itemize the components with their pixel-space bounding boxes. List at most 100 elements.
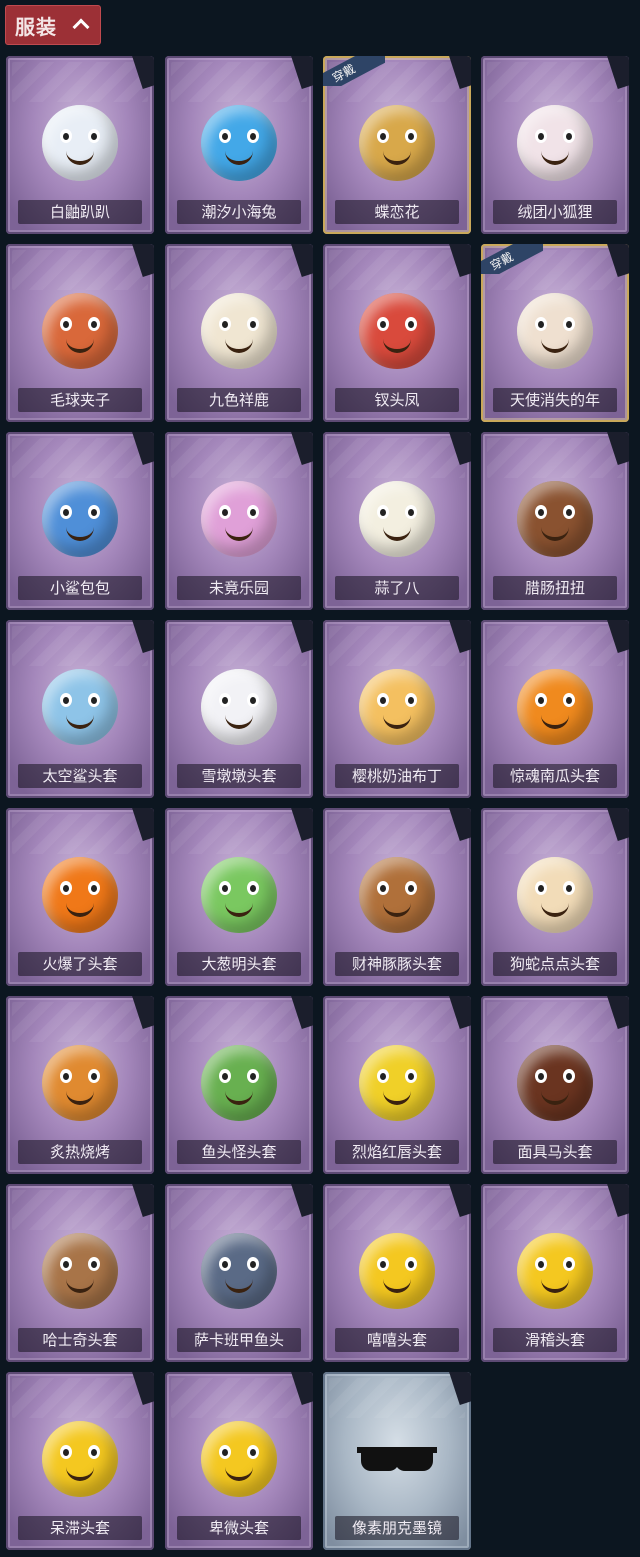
item-preview-icon bbox=[201, 481, 277, 557]
sunglasses-icon bbox=[357, 1445, 437, 1473]
item-card[interactable]: 蝶恋花 穿戴 bbox=[323, 56, 471, 234]
item-art bbox=[515, 276, 595, 386]
item-card[interactable]: 未竟乐园 bbox=[165, 432, 313, 610]
item-art bbox=[199, 652, 279, 762]
item-preview-icon bbox=[42, 293, 118, 369]
item-name: 绒团小狐狸 bbox=[493, 200, 617, 224]
item-card[interactable]: 烈焰红唇头套 bbox=[323, 996, 471, 1174]
item-name: 小鲨包包 bbox=[18, 576, 142, 600]
item-card[interactable]: 面具马头套 bbox=[481, 996, 629, 1174]
item-name: 炙热烧烤 bbox=[18, 1140, 142, 1164]
item-art bbox=[357, 276, 437, 386]
item-card[interactable]: 潮汐小海兔 bbox=[165, 56, 313, 234]
item-name: 呆滞头套 bbox=[18, 1516, 142, 1540]
item-name: 火爆了头套 bbox=[18, 952, 142, 976]
item-art bbox=[515, 88, 595, 198]
item-name: 大葱明头套 bbox=[177, 952, 301, 976]
item-name: 卑微头套 bbox=[177, 1516, 301, 1540]
worn-badge: 穿戴 bbox=[481, 244, 543, 274]
item-art bbox=[357, 464, 437, 574]
item-name: 樱桃奶油布丁 bbox=[335, 764, 459, 788]
item-card[interactable]: 惊魂南瓜头套 bbox=[481, 620, 629, 798]
item-preview-icon bbox=[201, 293, 277, 369]
item-card[interactable]: 樱桃奶油布丁 bbox=[323, 620, 471, 798]
item-art bbox=[515, 652, 595, 762]
item-art bbox=[357, 840, 437, 950]
item-art bbox=[357, 1404, 437, 1514]
item-preview-icon bbox=[517, 105, 593, 181]
item-name: 潮汐小海兔 bbox=[177, 200, 301, 224]
item-art bbox=[357, 1028, 437, 1138]
item-card[interactable]: 绒团小狐狸 bbox=[481, 56, 629, 234]
item-art bbox=[199, 464, 279, 574]
item-card[interactable]: 鱼头怪头套 bbox=[165, 996, 313, 1174]
item-name: 腊肠扭扭 bbox=[493, 576, 617, 600]
item-preview-icon bbox=[201, 1045, 277, 1121]
item-art bbox=[40, 1404, 120, 1514]
item-preview-icon bbox=[201, 1421, 277, 1497]
item-card[interactable]: 小鲨包包 bbox=[6, 432, 154, 610]
item-art bbox=[199, 840, 279, 950]
item-preview-icon bbox=[359, 293, 435, 369]
item-art bbox=[40, 88, 120, 198]
item-card[interactable]: 炙热烧烤 bbox=[6, 996, 154, 1174]
item-art bbox=[199, 1028, 279, 1138]
item-card[interactable]: 滑稽头套 bbox=[481, 1184, 629, 1362]
item-preview-icon bbox=[359, 1045, 435, 1121]
item-name: 萨卡班甲鱼头 bbox=[177, 1328, 301, 1352]
item-art bbox=[40, 276, 120, 386]
item-name: 未竟乐园 bbox=[177, 576, 301, 600]
item-art bbox=[357, 1216, 437, 1326]
item-art bbox=[357, 88, 437, 198]
worn-badge-label: 穿戴 bbox=[323, 56, 385, 86]
item-card[interactable]: 白鼬趴趴 bbox=[6, 56, 154, 234]
item-name: 惊魂南瓜头套 bbox=[493, 764, 617, 788]
item-preview-icon bbox=[517, 1045, 593, 1121]
item-preview-icon bbox=[517, 669, 593, 745]
item-name: 雪墩墩头套 bbox=[177, 764, 301, 788]
item-card[interactable]: 天使消失的年 穿戴 bbox=[481, 244, 629, 422]
item-card[interactable]: 呆滞头套 bbox=[6, 1372, 154, 1550]
item-preview-icon bbox=[517, 481, 593, 557]
tab-clothing[interactable]: 服装 bbox=[5, 5, 101, 45]
item-card[interactable]: 财神豚豚头套 bbox=[323, 808, 471, 986]
item-name: 天使消失的年 bbox=[493, 388, 617, 412]
item-art bbox=[357, 652, 437, 762]
worn-badge: 穿戴 bbox=[323, 56, 385, 86]
item-preview-icon bbox=[42, 1421, 118, 1497]
item-card[interactable]: 狗蛇点点头套 bbox=[481, 808, 629, 986]
item-card[interactable]: 钗头凤 bbox=[323, 244, 471, 422]
item-card[interactable]: 毛球夹子 bbox=[6, 244, 154, 422]
item-preview-icon bbox=[517, 293, 593, 369]
item-card[interactable]: 太空鲨头套 bbox=[6, 620, 154, 798]
item-card[interactable]: 卑微头套 bbox=[165, 1372, 313, 1550]
item-art bbox=[40, 652, 120, 762]
item-card[interactable]: 火爆了头套 bbox=[6, 808, 154, 986]
item-card[interactable]: 大葱明头套 bbox=[165, 808, 313, 986]
item-art bbox=[199, 88, 279, 198]
item-card[interactable]: 蒜了八 bbox=[323, 432, 471, 610]
item-name: 哈士奇头套 bbox=[18, 1328, 142, 1352]
item-name: 太空鲨头套 bbox=[18, 764, 142, 788]
item-art bbox=[40, 840, 120, 950]
item-art bbox=[199, 276, 279, 386]
worn-badge-label: 穿戴 bbox=[481, 244, 543, 274]
item-name: 烈焰红唇头套 bbox=[335, 1140, 459, 1164]
item-card[interactable]: 雪墩墩头套 bbox=[165, 620, 313, 798]
item-preview-icon bbox=[42, 1045, 118, 1121]
item-card[interactable]: 腊肠扭扭 bbox=[481, 432, 629, 610]
item-name: 鱼头怪头套 bbox=[177, 1140, 301, 1164]
item-preview-icon bbox=[359, 669, 435, 745]
item-preview-icon bbox=[42, 857, 118, 933]
item-card[interactable]: 九色祥鹿 bbox=[165, 244, 313, 422]
item-name: 九色祥鹿 bbox=[177, 388, 301, 412]
item-card[interactable]: 哈士奇头套 bbox=[6, 1184, 154, 1362]
item-card[interactable]: 像素朋克墨镜 bbox=[323, 1372, 471, 1550]
item-name: 钗头凤 bbox=[335, 388, 459, 412]
tab-clothing-label: 服装 bbox=[15, 14, 57, 39]
item-card[interactable]: 萨卡班甲鱼头 bbox=[165, 1184, 313, 1362]
item-name: 嘻嘻头套 bbox=[335, 1328, 459, 1352]
item-card[interactable]: 嘻嘻头套 bbox=[323, 1184, 471, 1362]
item-preview-icon bbox=[359, 105, 435, 181]
item-preview-icon bbox=[201, 669, 277, 745]
